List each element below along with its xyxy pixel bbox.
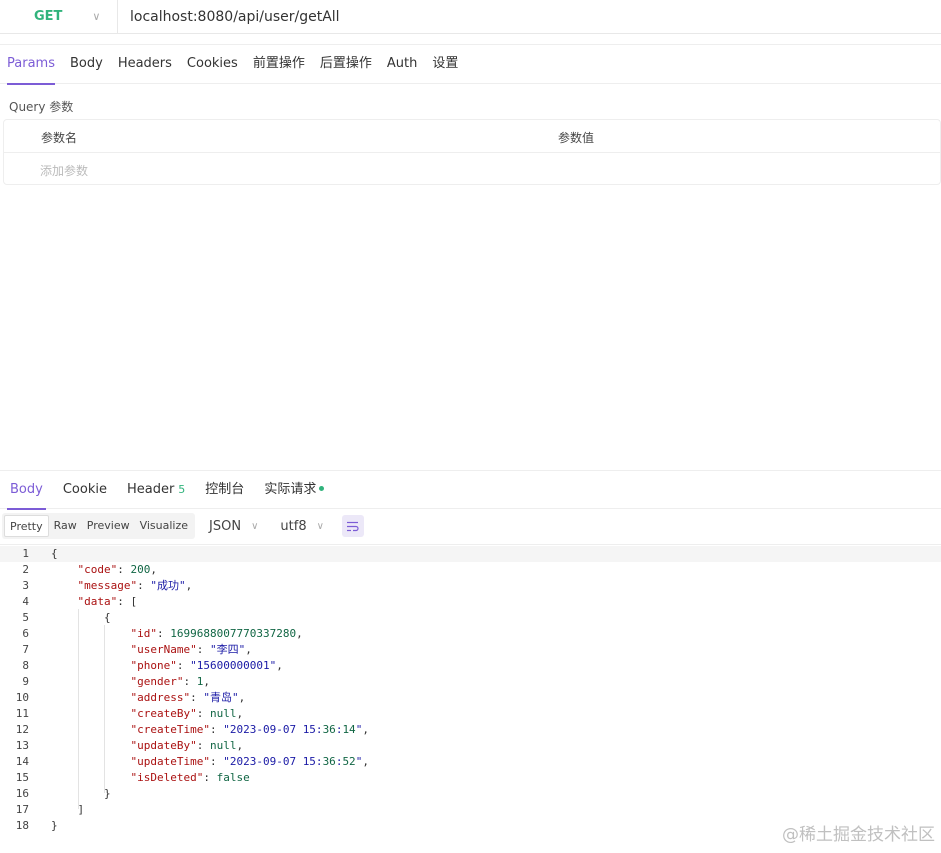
code-text: "updateBy": null, <box>130 739 244 752</box>
line-number: 3 <box>22 579 29 592</box>
param-value-header: 参数值 <box>558 131 595 145</box>
line-number: 6 <box>22 627 29 640</box>
chevron-down-icon: ∨ <box>251 520 259 532</box>
url-input[interactable]: localhost:8080/api/user/getAll <box>130 9 340 25</box>
response-toolbar: Pretty Raw Preview Visualize JSON ∨ utf8… <box>0 512 364 540</box>
watermark: @稀土掘金技术社区 <box>782 825 935 845</box>
tab-body[interactable]: Body <box>70 44 103 84</box>
resp-tab-header[interactable]: Header 5 <box>127 471 185 509</box>
param-table-header: 参数名 参数值 <box>4 120 940 153</box>
resp-tab-header-label: Header <box>126 481 175 497</box>
line-number: 14 <box>15 755 29 768</box>
code-text: "createBy": null, <box>130 707 244 720</box>
view-preview-button[interactable]: Preview <box>82 515 135 537</box>
request-tabs: Params Body Headers Cookies 前置操作 后置操作 Au… <box>0 44 941 85</box>
line-number: 5 <box>22 611 29 624</box>
view-raw-button[interactable]: Raw <box>49 515 82 537</box>
code-text: "id": 1699688007770337280, <box>130 627 303 640</box>
code-text: "createTime": "2023-09-07 15:36:14", <box>130 723 369 736</box>
code-line: 1{ <box>0 546 941 562</box>
resp-tab-actual-request-label: 实际请求 <box>264 481 317 497</box>
line-number: 11 <box>15 707 29 720</box>
query-params-label: Query 参数 <box>9 100 74 114</box>
format-select-value: JSON <box>209 518 242 534</box>
resp-tab-console[interactable]: 控制台 <box>205 471 244 509</box>
code-text: "data": [ <box>77 595 138 608</box>
code-text: { <box>51 611 111 624</box>
url-bar: GET ∨ localhost:8080/api/user/getAll <box>0 0 941 34</box>
resp-tab-body[interactable]: Body <box>7 471 46 510</box>
line-number: 12 <box>15 723 29 736</box>
view-visualize-button[interactable]: Visualize <box>135 515 193 537</box>
param-table: 参数名 参数值 添加参数 <box>3 119 941 185</box>
wrap-lines-button[interactable] <box>341 515 364 537</box>
code-text: } <box>51 787 111 800</box>
code-text: "userName": "李四", <box>130 643 252 656</box>
line-number: 7 <box>22 643 29 656</box>
wrap-lines-icon <box>347 521 360 531</box>
tab-post-request[interactable]: 后置操作 <box>320 44 372 84</box>
line-number: 1 <box>22 547 29 560</box>
line-number: 17 <box>15 803 29 816</box>
chevron-down-icon: ∨ <box>316 520 324 532</box>
tab-params[interactable]: Params <box>7 44 55 85</box>
tab-headers[interactable]: Headers <box>118 44 172 84</box>
line-number: 16 <box>15 787 29 800</box>
line-number: 8 <box>22 659 29 672</box>
resp-tab-actual-request[interactable]: 实际请求 <box>264 471 325 509</box>
view-pretty-button[interactable]: Pretty <box>4 515 49 537</box>
add-param-input[interactable]: 添加参数 <box>40 162 88 179</box>
line-number: 10 <box>15 691 29 704</box>
code-text: } <box>51 819 58 832</box>
response-tabs: Body Cookie Header 5 控制台 实际请求 <box>0 470 941 510</box>
encoding-select-value: utf8 <box>280 518 307 534</box>
code-text: "isDeleted": false <box>130 771 250 784</box>
tab-auth[interactable]: Auth <box>387 44 417 84</box>
add-param-row[interactable]: 添加参数 <box>4 153 940 185</box>
response-code-viewer[interactable]: 1{2 "code": 200, 3 "message": "成功", 4 "dat… <box>0 544 941 844</box>
code-text: "phone": "15600000001", <box>130 659 283 672</box>
encoding-select[interactable]: utf8 ∨ <box>280 519 324 534</box>
tab-cookies[interactable]: Cookies <box>187 44 238 84</box>
status-dot-icon <box>319 485 325 491</box>
code-text: { <box>51 547 58 560</box>
line-number: 9 <box>22 675 29 688</box>
code-text: ] <box>51 803 85 816</box>
param-name-header: 参数名 <box>41 131 78 145</box>
code-text: "message": "成功", <box>77 579 193 592</box>
tab-pre-request[interactable]: 前置操作 <box>253 44 305 84</box>
method-select[interactable]: GET ∨ <box>0 0 118 34</box>
code-text: "updateTime": "2023-09-07 15:36:52", <box>130 755 369 768</box>
view-mode-group: Pretty Raw Preview Visualize <box>2 513 196 539</box>
line-number: 15 <box>15 771 29 784</box>
line-number: 2 <box>22 563 29 576</box>
code-text: "code": 200, <box>77 563 158 576</box>
tab-settings[interactable]: 设置 <box>432 44 458 84</box>
chevron-down-icon: ∨ <box>92 10 101 23</box>
code-text: "gender": 1, <box>130 675 210 688</box>
resp-tab-cookie[interactable]: Cookie <box>63 471 107 509</box>
line-number: 13 <box>15 739 29 752</box>
format-select[interactable]: JSON ∨ <box>209 519 258 534</box>
line-number: 4 <box>22 595 29 608</box>
code-text: "address": "青岛", <box>130 691 246 704</box>
line-number: 18 <box>15 819 29 832</box>
method-label: GET <box>34 9 63 24</box>
header-count-badge: 5 <box>178 482 186 496</box>
